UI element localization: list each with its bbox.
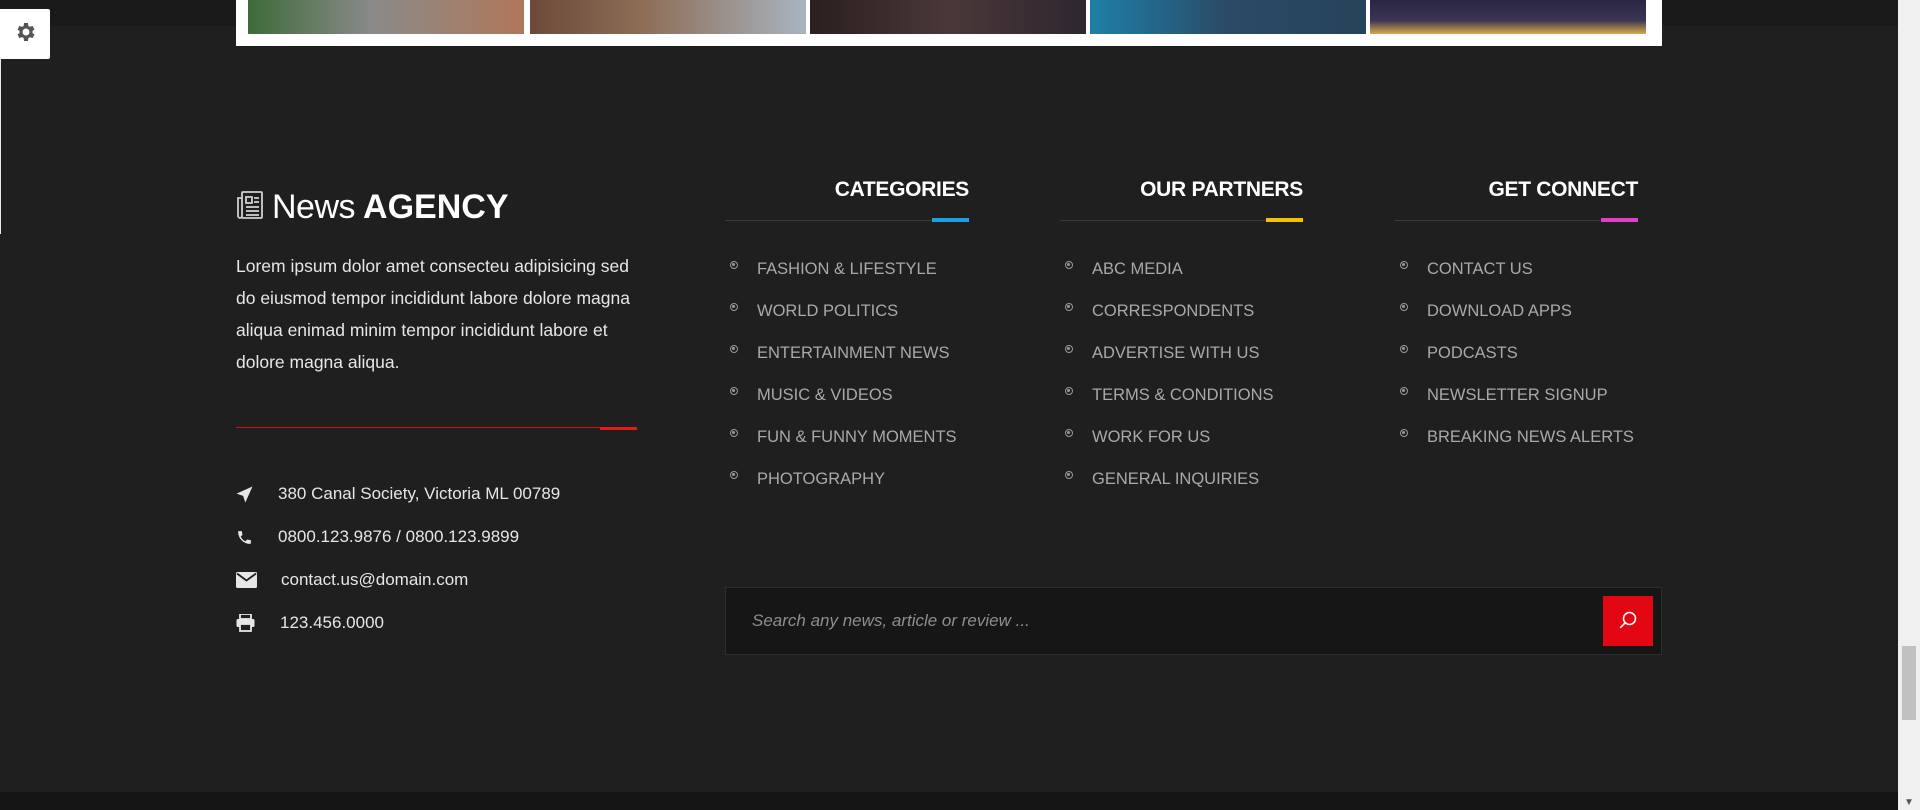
categories-link[interactable]: FUN & FUNNY MOMENTS: [725, 428, 957, 470]
bullet-icon: [1065, 303, 1073, 311]
connect-accent: [1601, 218, 1638, 222]
bullet-icon: [1400, 345, 1408, 353]
partners-link-label: ADVERTISE WITH US: [1092, 344, 1260, 362]
bullet-icon: [1400, 429, 1408, 437]
bullet-icon: [730, 471, 738, 479]
partners-link-label: CORRESPONDENTS: [1092, 302, 1255, 320]
gallery-strip: [236, 0, 1662, 46]
connect-link-label: PODCASTS: [1427, 344, 1518, 362]
logo-word-news: News: [272, 188, 356, 226]
partners-title: OUR PARTNERS: [1140, 178, 1303, 201]
about-text: Lorem ipsum dolor amet consecteu adipisi…: [236, 256, 630, 372]
categories-link[interactable]: PHOTOGRAPHY: [725, 470, 957, 512]
connect-link[interactable]: NEWSLETTER SIGNUP: [1395, 386, 1634, 428]
settings-button[interactable]: [0, 9, 50, 59]
categories-link[interactable]: FASHION & LIFESTYLE: [725, 260, 957, 302]
bullet-icon: [730, 387, 738, 395]
partners-accent: [1266, 218, 1303, 222]
categories-link-label: FUN & FUNNY MOMENTS: [757, 428, 957, 446]
search-button[interactable]: [1603, 596, 1653, 646]
search-icon: [1619, 611, 1637, 632]
phone-text: 0800.123.9876 / 0800.123.9899: [278, 527, 520, 546]
connect-link[interactable]: PODCASTS: [1395, 344, 1634, 386]
about-divider: [236, 427, 636, 428]
categories-link-label: WORLD POLITICS: [757, 302, 899, 320]
search-input[interactable]: [726, 588, 1596, 654]
connect-link-label: BREAKING NEWS ALERTS: [1427, 428, 1634, 446]
envelope-icon: [236, 572, 281, 588]
search-bar: [725, 587, 1662, 655]
bullet-icon: [730, 261, 738, 269]
printer-icon: [236, 614, 280, 632]
connect-link[interactable]: CONTACT US: [1395, 260, 1634, 302]
bullet-icon: [1065, 471, 1073, 479]
categories-link-label: FASHION & LIFESTYLE: [757, 260, 937, 278]
bullet-icon: [730, 345, 738, 353]
site-logo[interactable]: News AGENCY: [236, 188, 509, 227]
contact-fax: 123.456.0000: [236, 613, 384, 633]
gallery-thumb[interactable]: [248, 0, 524, 34]
partners-link-label: ABC MEDIA: [1092, 260, 1183, 278]
bullet-icon: [730, 429, 738, 437]
partners-link[interactable]: CORRESPONDENTS: [1060, 302, 1274, 344]
connect-link[interactable]: DOWNLOAD APPS: [1395, 302, 1634, 344]
categories-link-label: MUSIC & VIDEOS: [757, 386, 893, 404]
gallery-thumb[interactable]: [1090, 0, 1366, 34]
categories-title: CATEGORIES: [834, 178, 970, 201]
about-divider-accent: [600, 427, 637, 430]
fax-text: 123.456.0000: [280, 613, 384, 632]
connect-title: GET CONNECT: [1488, 178, 1638, 201]
gear-icon: [13, 20, 37, 49]
categories-link[interactable]: MUSIC & VIDEOS: [725, 386, 957, 428]
connect-list: CONTACT US DOWNLOAD APPS PODCASTS NEWSLETTE…: [1395, 260, 1634, 470]
connect-link[interactable]: BREAKING NEWS ALERTS: [1395, 428, 1634, 470]
footer-bottom-band: [0, 792, 1898, 810]
categories-link[interactable]: ENTERTAINMENT NEWS: [725, 344, 957, 386]
scroll-down-arrow-icon[interactable]: ▼: [1898, 796, 1920, 810]
categories-link-label: ENTERTAINMENT NEWS: [757, 344, 950, 362]
bullet-icon: [730, 303, 738, 311]
contact-phone: 0800.123.9876 / 0800.123.9899: [236, 527, 519, 547]
panel-edge: [0, 59, 1, 234]
bullet-icon: [1400, 387, 1408, 395]
location-arrow-icon: [236, 486, 278, 503]
categories-list: FASHION & LIFESTYLE WORLD POLITICS ENTERTA…: [725, 260, 957, 512]
categories-accent: [932, 218, 969, 222]
contact-address: 380 Canal Society, Victoria ML 00789: [236, 484, 560, 504]
bullet-icon: [1065, 345, 1073, 353]
partners-link[interactable]: ABC MEDIA: [1060, 260, 1274, 302]
gallery-thumb[interactable]: [530, 0, 806, 34]
phone-icon: [236, 529, 278, 546]
gallery-thumb[interactable]: [1370, 0, 1646, 34]
partners-list: ABC MEDIA CORRESPONDENTS ADVERTISE WITH US…: [1060, 260, 1274, 512]
contact-email[interactable]: contact.us@domain.com: [236, 570, 468, 590]
page-scrollbar[interactable]: ▼: [1898, 0, 1920, 810]
connect-link-label: DOWNLOAD APPS: [1427, 302, 1572, 320]
bullet-icon: [1065, 429, 1073, 437]
bullet-icon: [1400, 261, 1408, 269]
categories-link[interactable]: WORLD POLITICS: [725, 302, 957, 344]
bullet-icon: [1065, 387, 1073, 395]
partners-link-label: WORK FOR US: [1092, 428, 1211, 446]
partners-link[interactable]: ADVERTISE WITH US: [1060, 344, 1274, 386]
gallery-thumb[interactable]: [810, 0, 1086, 34]
newspaper-icon: [236, 190, 264, 225]
email-link[interactable]: contact.us@domain.com: [281, 570, 468, 590]
partners-link[interactable]: TERMS & CONDITIONS: [1060, 386, 1274, 428]
bullet-icon: [1400, 303, 1408, 311]
partners-link[interactable]: GENERAL INQUIRIES: [1060, 470, 1274, 512]
scrollbar-thumb[interactable]: [1902, 646, 1916, 720]
connect-link-label: CONTACT US: [1427, 260, 1533, 278]
partners-link-label: GENERAL INQUIRIES: [1092, 470, 1260, 488]
bullet-icon: [1065, 261, 1073, 269]
partners-link-label: TERMS & CONDITIONS: [1092, 386, 1274, 404]
connect-link-label: NEWSLETTER SIGNUP: [1427, 386, 1608, 404]
address-text: 380 Canal Society, Victoria ML 00789: [278, 484, 561, 503]
logo-word-agency: AGENCY: [363, 188, 509, 226]
partners-link[interactable]: WORK FOR US: [1060, 428, 1274, 470]
categories-link-label: PHOTOGRAPHY: [757, 470, 886, 488]
